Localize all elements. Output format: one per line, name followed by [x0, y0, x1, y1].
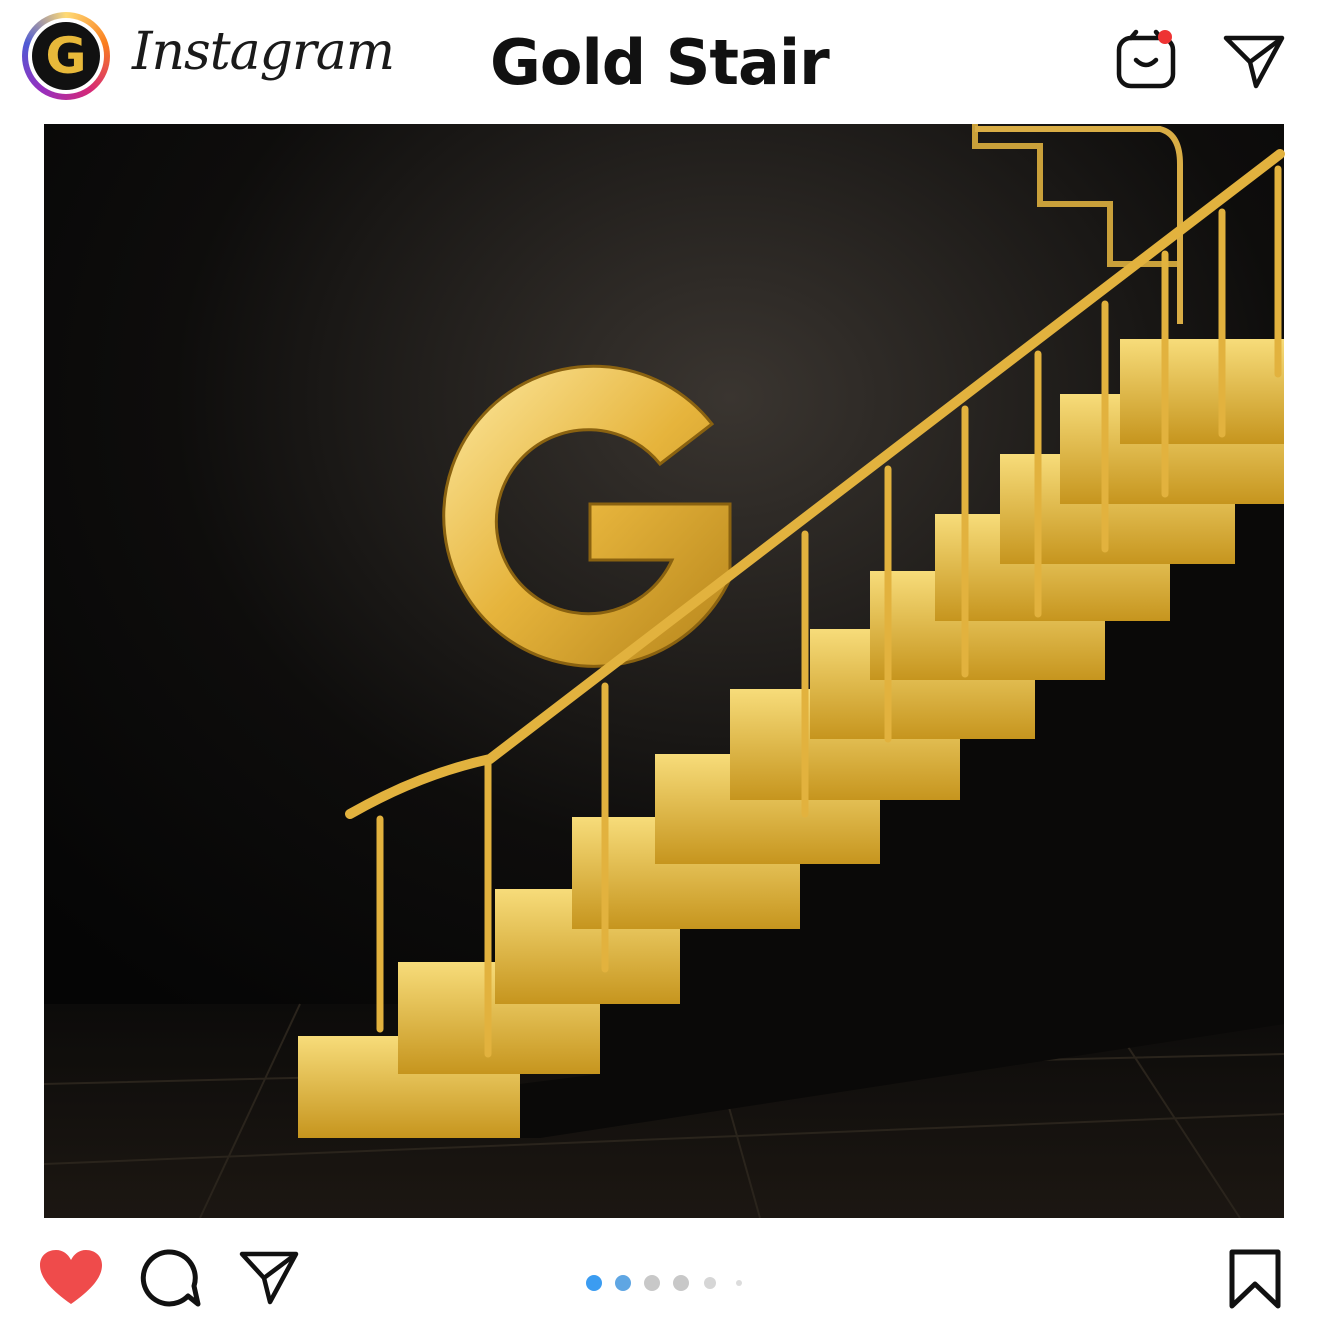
- app-wordmark: Instagram: [132, 22, 395, 82]
- carousel-dot: [586, 1275, 602, 1291]
- carousel-dot: [615, 1275, 631, 1291]
- carousel-dot: [736, 1280, 742, 1286]
- avatar-logo: G: [32, 22, 100, 90]
- direct-message-icon[interactable]: [1222, 32, 1288, 92]
- notifications-icon[interactable]: [1114, 28, 1180, 92]
- comment-icon[interactable]: [140, 1248, 202, 1310]
- post-header: G Instagram Gold Stair: [0, 0, 1328, 124]
- carousel-dot: [704, 1277, 716, 1289]
- post-image[interactable]: [0, 124, 1328, 1218]
- carousel-indicator: [586, 1275, 742, 1291]
- bookmark-icon[interactable]: [1228, 1248, 1282, 1310]
- profile-avatar[interactable]: G: [22, 12, 110, 100]
- post-actions: [0, 1218, 1328, 1328]
- avatar-letter: G: [45, 27, 87, 85]
- carousel-dot: [673, 1275, 689, 1291]
- heart-icon[interactable]: [38, 1248, 104, 1308]
- post-title: Gold Stair: [490, 26, 830, 99]
- share-icon[interactable]: [238, 1248, 300, 1306]
- avatar-frame: G: [28, 18, 104, 94]
- stair-illustration: [0, 124, 1328, 1218]
- carousel-dot: [644, 1275, 660, 1291]
